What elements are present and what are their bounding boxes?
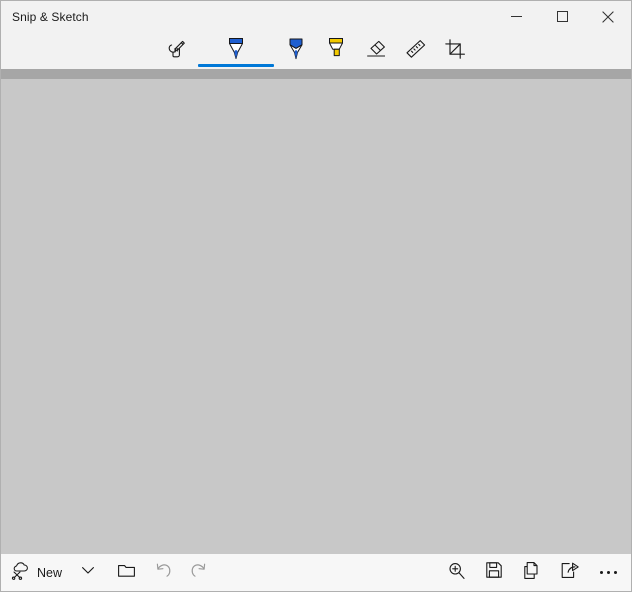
pencil-icon (285, 35, 307, 63)
tool-ballpoint-pen[interactable] (196, 32, 276, 69)
new-snip-button[interactable]: New (5, 557, 71, 588)
tool-selection-underline (198, 64, 274, 67)
save-button[interactable] (477, 557, 511, 588)
window-controls (493, 1, 631, 32)
chevron-down-icon (80, 562, 96, 583)
new-snip-label: New (37, 565, 63, 580)
tool-selection-underline (358, 64, 394, 67)
tool-group (156, 32, 476, 69)
close-button[interactable] (585, 1, 631, 32)
tool-eraser[interactable] (356, 32, 396, 69)
redo-button[interactable] (181, 557, 215, 588)
zoom-in-icon (447, 561, 466, 585)
maximize-icon (556, 11, 568, 22)
redo-icon (188, 560, 208, 585)
new-snip-icon (11, 561, 30, 585)
tool-selection-underline (158, 64, 194, 67)
tool-selection-underline (278, 64, 314, 67)
window-title: Snip & Sketch (12, 9, 89, 24)
canvas-top-band (1, 69, 631, 79)
touch-writing-icon (165, 35, 187, 63)
bottom-tool-bar: New (1, 554, 631, 591)
more-options-button[interactable] (591, 557, 625, 588)
more-options-icon (599, 571, 617, 574)
tool-pencil[interactable] (276, 32, 316, 69)
highlighter-icon (325, 35, 347, 63)
crop-icon (444, 35, 468, 63)
ruler-icon (404, 35, 428, 63)
tool-touch-writing[interactable] (156, 32, 196, 69)
minimize-icon (510, 11, 522, 22)
tool-bar (1, 32, 631, 69)
undo-button[interactable] (147, 557, 181, 588)
undo-icon (154, 560, 174, 585)
more-dot (599, 571, 603, 574)
tool-ruler[interactable] (396, 32, 436, 69)
copy-button[interactable] (515, 557, 549, 588)
ballpoint-pen-icon (225, 35, 247, 63)
save-icon (485, 561, 503, 584)
copy-icon (523, 561, 541, 585)
bottom-bar-right-group (439, 557, 625, 588)
share-button[interactable] (553, 557, 587, 588)
zoom-button[interactable] (439, 557, 473, 588)
snip-and-sketch-window: Snip & Sketch New (0, 0, 632, 592)
bottom-bar-left-group: New (5, 557, 215, 588)
tool-highlighter[interactable] (316, 32, 356, 69)
new-snip-dropdown-button[interactable] (71, 557, 105, 588)
maximize-button[interactable] (539, 1, 585, 32)
share-icon (560, 561, 580, 585)
minimize-button[interactable] (493, 1, 539, 32)
snip-canvas[interactable] (1, 79, 631, 554)
open-file-button[interactable] (109, 557, 143, 588)
eraser-icon (364, 35, 388, 63)
close-icon (602, 10, 614, 23)
title-bar: Snip & Sketch (1, 1, 631, 32)
folder-open-icon (117, 561, 136, 585)
tool-selection-underline (318, 64, 354, 67)
tool-image-crop[interactable] (436, 32, 476, 69)
tool-selection-underline (398, 64, 434, 67)
more-dot (606, 571, 610, 574)
tool-selection-underline (438, 64, 474, 67)
more-dot (613, 571, 617, 574)
